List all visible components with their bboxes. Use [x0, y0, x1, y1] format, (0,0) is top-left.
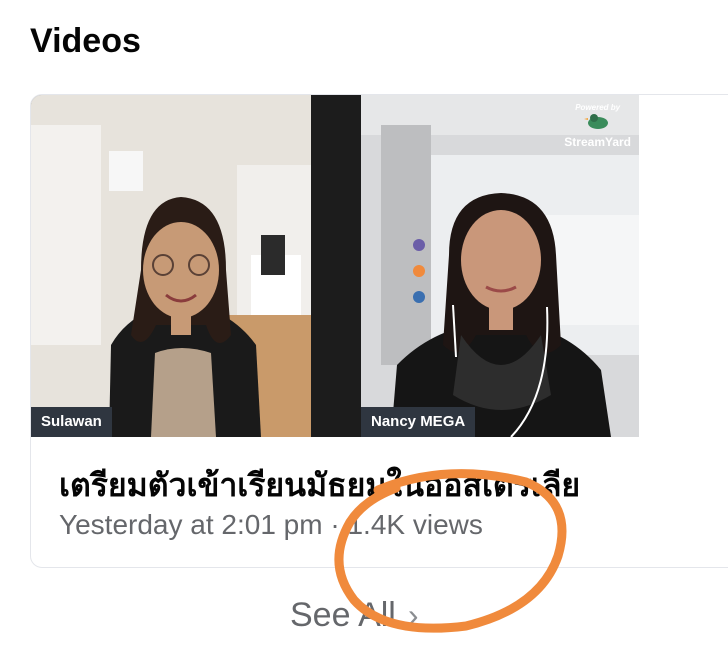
video-card[interactable]: Sulawan Powered by StreamYard Nancy MEGA…: [30, 94, 728, 568]
video-thumbnail[interactable]: Sulawan Powered by StreamYard Nancy MEGA: [31, 95, 639, 437]
video-meta: Yesterday at 2:01 pm · 1.4K views: [59, 509, 483, 540]
streamyard-logo-icon: [583, 114, 608, 129]
participant-pane-nancy: Powered by StreamYard Nancy MEGA: [361, 95, 639, 437]
participant-pane-sulawan: Sulawan: [31, 95, 311, 437]
video-title[interactable]: เตรียมตัวเข้าเรียนมัธยมในออสเตรเลีย: [59, 460, 728, 511]
participant-sulawan-image: [31, 95, 311, 437]
powered-by-label: Powered by: [575, 103, 621, 112]
see-all-label: See All: [290, 596, 396, 634]
section-title: Videos: [30, 22, 141, 60]
chevron-right-icon: ›: [407, 597, 419, 633]
streamyard-badge: Powered by StreamYard: [564, 103, 631, 149]
participant-name-tag: Sulawan: [31, 407, 112, 437]
see-all-link[interactable]: See All ›: [290, 596, 419, 635]
streamyard-label: StreamYard: [564, 135, 631, 149]
pane-divider: [311, 95, 361, 437]
participant-name-tag: Nancy MEGA: [361, 407, 476, 437]
